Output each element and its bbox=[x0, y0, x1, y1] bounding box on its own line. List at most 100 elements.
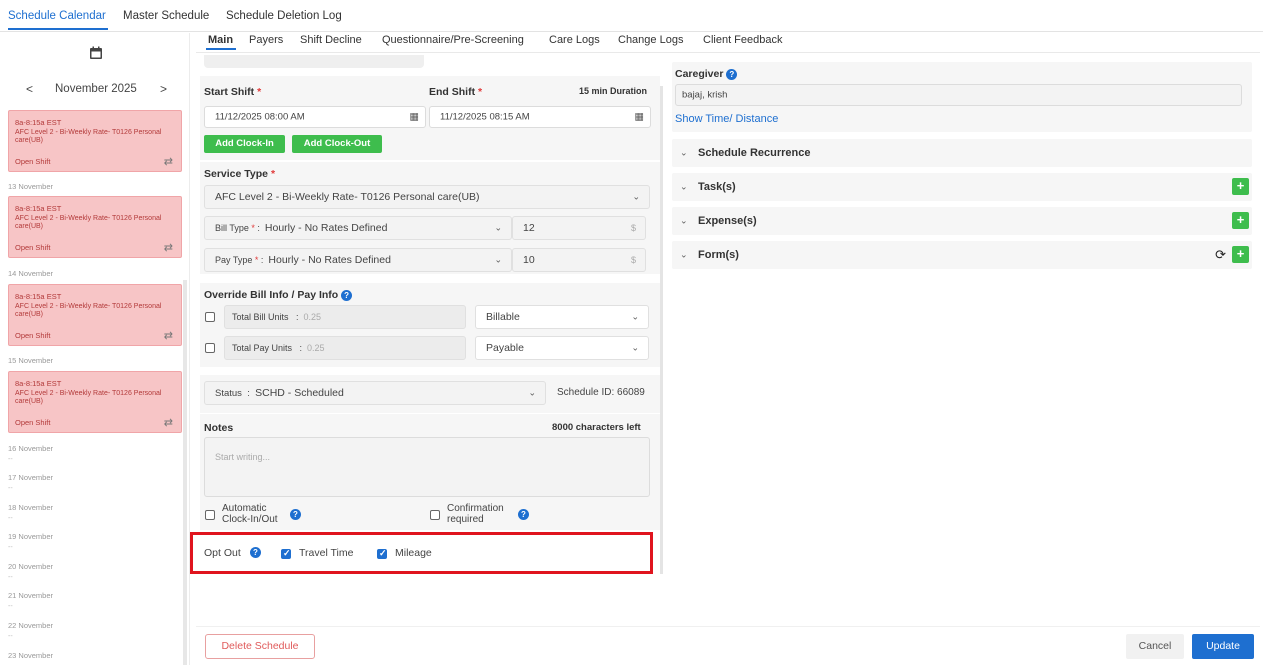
opt-out-highlight-box: Opt Out ? Travel Time Mileage bbox=[190, 532, 653, 574]
calendar-icon[interactable]: ▦ bbox=[635, 112, 644, 123]
day-label: 22 November bbox=[8, 621, 54, 630]
cancel-button[interactable]: Cancel bbox=[1126, 634, 1184, 659]
day-label: 21 November bbox=[8, 591, 54, 600]
section-title: Schedule Recurrence bbox=[698, 147, 811, 159]
shift-status: Open Shift bbox=[15, 418, 51, 427]
empty-day-marker: -- bbox=[8, 603, 13, 610]
notes-counter: 8000 characters left bbox=[552, 422, 641, 433]
notes-textarea[interactable]: Start writing... bbox=[204, 437, 650, 497]
shift-card[interactable]: 8a-8:15a EST AFC Level 2 - Bi-Weekly Rat… bbox=[8, 284, 182, 346]
add-expense-button[interactable]: + bbox=[1232, 212, 1249, 229]
add-form-button[interactable]: + bbox=[1232, 246, 1249, 263]
update-button[interactable]: Update bbox=[1192, 634, 1254, 659]
shift-card[interactable]: 8a-8:15a EST AFC Level 2 - Bi-Weekly Rat… bbox=[8, 196, 182, 258]
empty-day-marker: -- bbox=[8, 574, 13, 581]
status-panel: Status : SCHD - Scheduled ⌄ Schedule ID:… bbox=[200, 375, 660, 413]
caregiver-label: Caregiver ? bbox=[675, 68, 738, 80]
refresh-icon[interactable]: ⟳ bbox=[1215, 247, 1226, 263]
day-label: 18 November bbox=[8, 503, 54, 512]
override-bill-checkbox[interactable] bbox=[205, 312, 215, 322]
chevron-down-icon: ⌄ bbox=[680, 215, 688, 226]
subtab-shift-decline[interactable]: Shift Decline bbox=[300, 34, 362, 46]
shift-status: Open Shift bbox=[15, 331, 51, 340]
total-bill-units-field[interactable]: Total Bill Units : 0.25 bbox=[224, 305, 466, 329]
active-subtab-underline bbox=[206, 48, 236, 50]
chevron-down-icon: ⌄ bbox=[680, 181, 688, 192]
form-scrollbar[interactable] bbox=[660, 86, 663, 574]
show-time-distance-link[interactable]: Show Time/ Distance bbox=[675, 113, 778, 125]
sidebar-scrollbar[interactable] bbox=[183, 280, 187, 665]
help-icon[interactable]: ? bbox=[290, 507, 301, 521]
add-clock-out-button[interactable]: Add Clock-Out bbox=[292, 135, 382, 153]
shift-service: AFC Level 2 - Bi-Weekly Rate- T0126 Pers… bbox=[15, 390, 162, 405]
day-label: 17 November bbox=[8, 473, 54, 482]
bill-rate-input[interactable]: 12 $ bbox=[512, 216, 646, 240]
forms-section[interactable]: ⌄ Form(s) ⟳ + bbox=[672, 241, 1252, 269]
shift-service: AFC Level 2 - Bi-Weekly Rate- T0126 Pers… bbox=[15, 129, 162, 144]
empty-day-marker: -- bbox=[8, 456, 13, 463]
end-shift-label: End Shift * bbox=[429, 86, 483, 98]
pay-type-select[interactable]: Pay Type * : Hourly - No Rates Defined ⌄ bbox=[204, 248, 512, 272]
tab-schedule-deletion-log[interactable]: Schedule Deletion Log bbox=[226, 10, 342, 22]
caregiver-input[interactable]: bajaj, krish bbox=[675, 84, 1242, 106]
payable-select[interactable]: Payable ⌄ bbox=[475, 336, 649, 360]
tab-schedule-calendar[interactable]: Schedule Calendar bbox=[8, 10, 106, 22]
automatic-clock-checkbox[interactable] bbox=[205, 510, 215, 520]
service-type-select[interactable]: AFC Level 2 - Bi-Weekly Rate- T0126 Pers… bbox=[204, 185, 650, 209]
subtab-questionnaire[interactable]: Questionnaire/Pre-Screening bbox=[382, 34, 524, 46]
expenses-section[interactable]: ⌄ Expense(s) + bbox=[672, 207, 1252, 235]
subtab-change-logs[interactable]: Change Logs bbox=[618, 34, 683, 46]
schedule-id: Schedule ID: 66089 bbox=[557, 387, 645, 398]
chevron-down-icon: ⌄ bbox=[631, 342, 639, 353]
help-icon[interactable]: ? bbox=[518, 507, 529, 521]
chevron-down-icon: ⌄ bbox=[494, 254, 502, 265]
help-icon[interactable]: ? bbox=[726, 68, 738, 80]
month-label: November 2025 bbox=[55, 83, 137, 95]
top-nav: Schedule Calendar Master Schedule Schedu… bbox=[0, 0, 1263, 32]
billable-select[interactable]: Billable ⌄ bbox=[475, 305, 649, 329]
subtab-care-logs[interactable]: Care Logs bbox=[549, 34, 600, 46]
pay-rate-input[interactable]: 10 $ bbox=[512, 248, 646, 272]
chevron-down-icon: ⌄ bbox=[680, 147, 688, 158]
schedule-recurrence-section[interactable]: ⌄ Schedule Recurrence bbox=[672, 139, 1252, 167]
subtab-payers[interactable]: Payers bbox=[249, 34, 283, 46]
status-select[interactable]: Status : SCHD - Scheduled ⌄ bbox=[204, 381, 546, 405]
calendar-icon[interactable]: ▦ bbox=[410, 112, 419, 123]
override-pay-checkbox[interactable] bbox=[205, 343, 215, 353]
footer-divider bbox=[196, 626, 1260, 627]
shift-card[interactable]: 8a-8:15a EST AFC Level 2 - Bi-Weekly Rat… bbox=[8, 110, 182, 172]
tab-master-schedule[interactable]: Master Schedule bbox=[123, 10, 209, 22]
override-label: Override Bill Info / Pay Info ? bbox=[204, 289, 353, 301]
delete-schedule-button[interactable]: Delete Schedule bbox=[205, 634, 315, 659]
add-task-button[interactable]: + bbox=[1232, 178, 1249, 195]
shift-status: Open Shift bbox=[15, 157, 51, 166]
next-month-button[interactable]: > bbox=[160, 82, 167, 96]
start-shift-input[interactable]: 11/12/2025 08:00 AM ▦ bbox=[204, 106, 426, 128]
shift-panel: Start Shift * End Shift * 15 min Duratio… bbox=[200, 76, 660, 160]
shift-time: 8a-8:15a EST bbox=[15, 292, 62, 301]
day-label: 16 November bbox=[8, 444, 54, 453]
help-icon[interactable]: ? bbox=[250, 545, 261, 559]
add-clock-in-button[interactable]: Add Clock-In bbox=[204, 135, 285, 153]
calendar-sidebar: < November 2025 > 8a-8:15a EST AFC Level… bbox=[0, 33, 190, 665]
subtab-main[interactable]: Main bbox=[208, 34, 233, 46]
empty-day-marker: -- bbox=[8, 633, 13, 640]
service-panel: Service Type * AFC Level 2 - Bi-Weekly R… bbox=[200, 162, 660, 274]
shift-time: 8a-8:15a EST bbox=[15, 118, 62, 127]
travel-time-checkbox[interactable] bbox=[281, 548, 291, 559]
calendar-icon[interactable] bbox=[89, 46, 103, 60]
shift-card[interactable]: 8a-8:15a EST AFC Level 2 - Bi-Weekly Rat… bbox=[8, 371, 182, 433]
mileage-checkbox[interactable] bbox=[377, 548, 387, 559]
clipped-field-top bbox=[200, 55, 660, 69]
empty-day-marker: -- bbox=[8, 485, 13, 492]
tasks-section[interactable]: ⌄ Task(s) + bbox=[672, 173, 1252, 201]
shift-time: 8a-8:15a EST bbox=[15, 204, 62, 213]
total-pay-units-field[interactable]: Total Pay Units : 0.25 bbox=[224, 336, 466, 360]
subtab-client-feedback[interactable]: Client Feedback bbox=[703, 34, 783, 46]
help-icon[interactable]: ? bbox=[341, 289, 353, 301]
end-shift-input[interactable]: 11/12/2025 08:15 AM ▦ bbox=[429, 106, 651, 128]
bill-type-select[interactable]: Bill Type * : Hourly - No Rates Defined … bbox=[204, 216, 512, 240]
confirmation-required-checkbox[interactable] bbox=[430, 510, 440, 520]
prev-month-button[interactable]: < bbox=[26, 82, 33, 96]
day-label: 19 November bbox=[8, 532, 54, 541]
